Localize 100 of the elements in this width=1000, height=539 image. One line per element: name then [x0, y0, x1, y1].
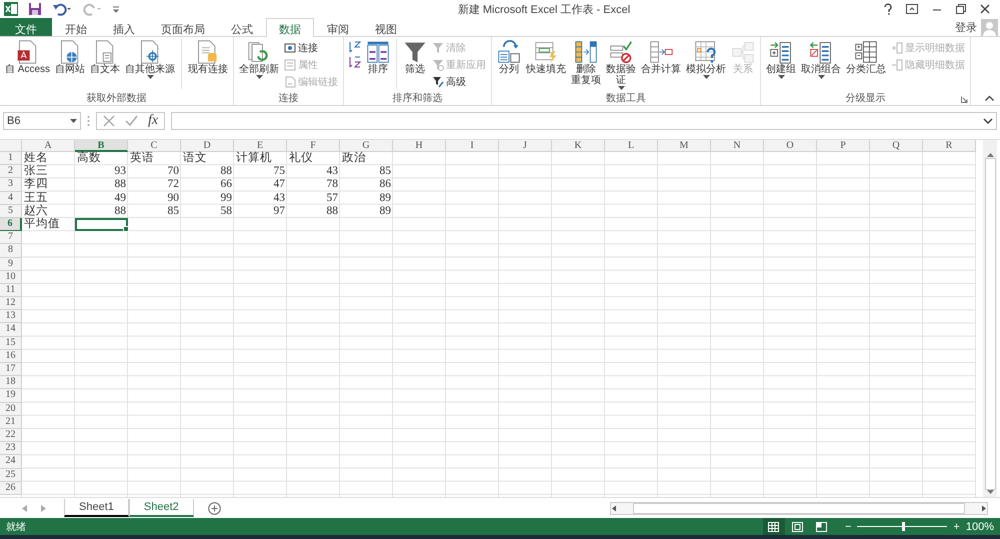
row-header[interactable]: 26	[0, 482, 22, 495]
column-header[interactable]: I	[446, 140, 499, 152]
row-header[interactable]: 20	[0, 402, 22, 416]
column-header[interactable]: F	[287, 140, 340, 152]
row-header[interactable]: 25	[0, 468, 22, 482]
cancel-icon[interactable]	[103, 115, 115, 127]
column-header[interactable]: L	[605, 140, 658, 152]
ribbon-button[interactable]: 自文本	[88, 39, 122, 75]
row-header[interactable]: 17	[0, 363, 22, 376]
ribbon-button[interactable]: 现有连接	[186, 39, 230, 75]
row-header[interactable]: 9	[0, 258, 22, 271]
ribbon-button[interactable]: 数据验 证	[604, 39, 638, 91]
zoom-in-button[interactable]: +	[953, 520, 960, 532]
advanced-filter-icon[interactable]	[432, 76, 444, 88]
page-break-icon[interactable]	[816, 522, 828, 532]
ribbon-button[interactable]: 自其他来源	[123, 39, 178, 80]
ribbon-tab[interactable]: 公式	[218, 18, 266, 36]
expand-caret-icon[interactable]	[983, 118, 993, 124]
row-header[interactable]: 18	[0, 376, 22, 390]
name-box[interactable]: B6	[3, 112, 81, 130]
ribbon-button[interactable]: 自网站	[53, 39, 88, 75]
help-icon[interactable]	[884, 3, 892, 15]
save-icon[interactable]	[28, 2, 42, 16]
ribbon-options-icon[interactable]	[906, 4, 918, 14]
column-header[interactable]: H	[393, 140, 446, 152]
column-header[interactable]: D	[181, 140, 234, 152]
row-header[interactable]: 2	[0, 165, 22, 178]
row-header[interactable]: 21	[0, 416, 22, 429]
enter-icon[interactable]	[125, 115, 138, 127]
column-header[interactable]: G	[340, 140, 393, 152]
row-header[interactable]: 23	[0, 442, 22, 456]
ribbon-button[interactable]: 合并计算	[639, 39, 684, 75]
column-header[interactable]: A	[22, 140, 75, 152]
row-header[interactable]: 8	[0, 244, 22, 258]
row-header[interactable]: 12	[0, 297, 22, 310]
ribbon-button[interactable]: 创建组	[764, 39, 798, 80]
column-header[interactable]: B	[75, 140, 128, 152]
column-header[interactable]: O	[764, 140, 817, 152]
row-header[interactable]: 5	[0, 204, 22, 218]
ribbon-button[interactable]: 模拟分析	[684, 39, 728, 80]
row-header[interactable]: 7	[0, 231, 22, 244]
scroll-thumb[interactable]	[984, 158, 996, 490]
row-header[interactable]: 14	[0, 323, 22, 337]
scroll-left-icon[interactable]	[611, 504, 618, 512]
row-header[interactable]: 22	[0, 428, 22, 442]
ribbon-small-button[interactable]: 连接	[282, 41, 340, 55]
connection-icon[interactable]	[284, 42, 296, 54]
column-header[interactable]: K	[552, 140, 605, 152]
ribbon-tab[interactable]: 页面布局	[148, 18, 218, 36]
ribbon-tab[interactable]: 开始	[52, 18, 100, 36]
ribbon-button[interactable]: 快速填充	[524, 39, 568, 75]
resize-handle-icon[interactable]	[87, 115, 90, 127]
ribbon-button[interactable]: 排序	[364, 39, 392, 75]
slider-thumb[interactable]	[902, 522, 906, 531]
column-header[interactable]: J	[499, 140, 552, 152]
column-header[interactable]: E	[234, 140, 287, 152]
next-sheet-icon[interactable]	[41, 504, 46, 512]
normal-view-icon[interactable]	[768, 522, 780, 532]
scroll-right-icon[interactable]	[980, 504, 987, 512]
insert-function-button[interactable]: fx	[148, 113, 158, 129]
dialog-launcher-icon[interactable]	[961, 96, 968, 103]
ribbon-tab[interactable]: 审阅	[314, 18, 362, 36]
ribbon-button[interactable]: 全部刷新	[237, 39, 282, 80]
zoom-out-button[interactable]: −	[844, 520, 852, 532]
add-sheet-icon[interactable]	[208, 502, 221, 514]
sheet-tab[interactable]: Sheet1	[64, 499, 129, 517]
row-header[interactable]: 4	[0, 192, 22, 205]
ribbon-button[interactable]: 取消组合	[799, 39, 844, 80]
row-header[interactable]: 1	[0, 152, 22, 166]
sheet-tab[interactable]: Sheet2	[128, 499, 194, 517]
ribbon-tab[interactable]: 视图	[362, 18, 410, 36]
sort-descending-icon[interactable]	[349, 56, 362, 68]
scroll-thumb[interactable]	[633, 502, 965, 514]
column-header[interactable]: P	[817, 140, 870, 152]
close-icon[interactable]	[980, 4, 990, 14]
column-header[interactable]: C	[128, 140, 181, 152]
collapse-ribbon-icon[interactable]	[985, 95, 994, 101]
ribbon-button[interactable]: 删除 重复项	[569, 39, 604, 86]
horizontal-scrollbar[interactable]	[610, 502, 988, 514]
row-header[interactable]: 3	[0, 178, 22, 192]
formula-input[interactable]	[171, 112, 997, 130]
column-header[interactable]: M	[658, 140, 711, 152]
file-tab[interactable]: 文件	[0, 18, 52, 36]
column-header[interactable]: N	[711, 140, 764, 152]
ribbon-tab[interactable]: 插入	[100, 18, 148, 36]
row-header[interactable]: 13	[0, 310, 22, 324]
sign-in-link[interactable]: 登录	[955, 20, 977, 34]
ribbon-small-button[interactable]: 高级	[430, 75, 488, 89]
previous-sheet-icon[interactable]	[22, 504, 27, 512]
row-header[interactable]: 10	[0, 270, 22, 284]
row-header[interactable]: 19	[0, 389, 22, 403]
ribbon-button[interactable]: 自 Access	[3, 39, 52, 75]
sort-ascending-icon[interactable]	[349, 41, 362, 53]
undo-icon[interactable]	[52, 2, 72, 16]
ribbon-tab[interactable]: 数据	[266, 18, 314, 37]
row-header[interactable]: 16	[0, 350, 22, 363]
selected-cell[interactable]	[75, 218, 128, 232]
column-header[interactable]: R	[923, 140, 976, 152]
ribbon-button[interactable]: 分列	[495, 39, 524, 75]
column-header[interactable]: Q	[870, 140, 923, 152]
